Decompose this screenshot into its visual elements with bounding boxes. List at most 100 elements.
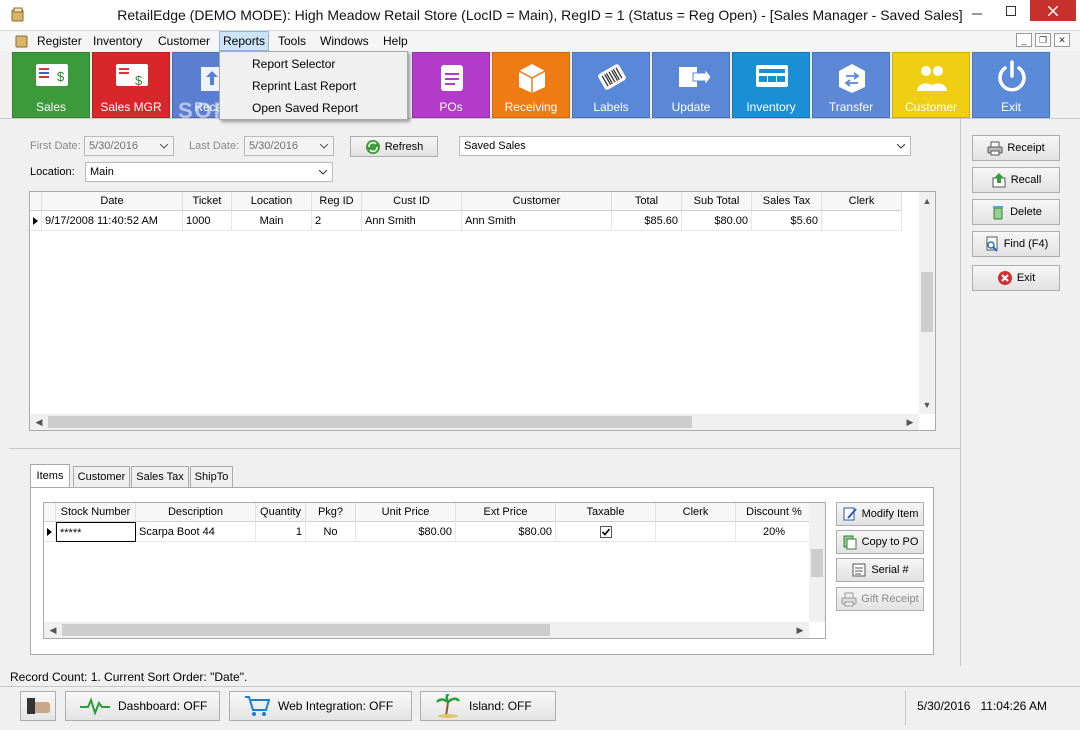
taxable-checkbox[interactable]	[599, 526, 612, 538]
receipt-button[interactable]: Receipt	[972, 135, 1060, 161]
location-select[interactable]: Main	[85, 162, 333, 182]
vscroll-thumb[interactable]	[811, 549, 823, 577]
menu-register[interactable]: Register	[34, 31, 85, 51]
col-reg-id[interactable]: Reg ID	[312, 192, 362, 211]
table-row[interactable]: ***** Scarpa Boot 44 1 No $80.00 $80.00 …	[44, 522, 813, 542]
col-stock-number[interactable]: Stock Number	[56, 503, 136, 522]
cell-total[interactable]: $85.60	[612, 211, 682, 231]
tab-items[interactable]: Items	[30, 464, 70, 487]
cell-ext-price[interactable]: $80.00	[456, 522, 556, 542]
find-button[interactable]: Find (F4)	[972, 231, 1060, 257]
cell-stock-number[interactable]: *****	[56, 522, 136, 542]
gift-receipt-button[interactable]: Gift Receipt	[836, 587, 924, 611]
col-discount[interactable]: Discount %	[736, 503, 813, 522]
hscroll-thumb[interactable]	[48, 416, 692, 428]
scroll-left-icon[interactable]: ◀	[32, 415, 46, 429]
menu-tools[interactable]: Tools	[275, 31, 309, 51]
menu-reports[interactable]: Reports	[219, 31, 270, 51]
cell-clerk[interactable]	[822, 211, 902, 231]
vscroll-thumb[interactable]	[921, 272, 933, 332]
scroll-down-icon[interactable]: ▼	[920, 398, 934, 412]
pos-tile[interactable]: POs	[412, 52, 490, 118]
cell-discount[interactable]: 20%	[736, 522, 813, 542]
col-ticket[interactable]: Ticket	[183, 192, 232, 211]
cell-pkg[interactable]: No	[306, 522, 356, 542]
exit-tile[interactable]: Exit	[972, 52, 1050, 118]
col-customer[interactable]: Customer	[462, 192, 612, 211]
cell-cust-id[interactable]: Ann Smith	[362, 211, 462, 231]
col-quantity[interactable]: Quantity	[256, 503, 306, 522]
close-button[interactable]	[1030, 0, 1076, 21]
serial-button[interactable]: Serial #	[836, 558, 924, 582]
delete-button[interactable]: Delete	[972, 199, 1060, 225]
cell-sales-tax[interactable]: $5.60	[752, 211, 822, 231]
mdi-minimize-button[interactable]: _	[1016, 33, 1032, 47]
items-grid-vscrollbar[interactable]	[809, 503, 825, 622]
update-tile[interactable]: Update	[652, 52, 730, 118]
col-cust-id[interactable]: Cust ID	[362, 192, 462, 211]
scroll-up-icon[interactable]: ▲	[920, 194, 934, 208]
col-total[interactable]: Total	[612, 192, 682, 211]
last-date-field[interactable]: 5/30/2016	[244, 136, 334, 156]
col-sales-tax[interactable]: Sales Tax	[752, 192, 822, 211]
dropdown-reprint-last-report[interactable]: Reprint Last Report	[252, 76, 356, 96]
items-grid-hscrollbar[interactable]: ◀ ▶	[44, 622, 809, 638]
inventory-tile[interactable]: Inventory	[732, 52, 810, 118]
menu-help[interactable]: Help	[380, 31, 411, 51]
mdi-restore-button[interactable]: ❐	[1035, 33, 1051, 47]
tab-shipto[interactable]: ShipTo	[190, 466, 233, 488]
col-clerk[interactable]: Clerk	[822, 192, 902, 211]
receiving-tile[interactable]: Receiving	[492, 52, 570, 118]
dropdown-report-selector[interactable]: Report Selector	[252, 54, 335, 74]
col-taxable[interactable]: Taxable	[556, 503, 656, 522]
sales-mgr-tile[interactable]: $ Sales MGR	[92, 52, 170, 118]
mdi-app-icon[interactable]	[14, 33, 30, 49]
copy-to-po-button[interactable]: Copy to PO	[836, 530, 924, 554]
col-ext-price[interactable]: Ext Price	[456, 503, 556, 522]
scroll-right-icon[interactable]: ▶	[903, 415, 917, 429]
cell-taxable[interactable]	[556, 522, 656, 542]
labels-tile[interactable]: Labels	[572, 52, 650, 118]
menu-windows[interactable]: Windows	[317, 31, 372, 51]
minimize-button[interactable]	[962, 0, 992, 22]
modify-item-button[interactable]: Modify Item	[836, 502, 924, 526]
cell-unit-price[interactable]: $80.00	[356, 522, 456, 542]
transfer-tile[interactable]: Transfer	[812, 52, 890, 118]
cell-customer[interactable]: Ann Smith	[462, 211, 612, 231]
col-date[interactable]: Date	[42, 192, 183, 211]
tab-sales-tax[interactable]: Sales Tax	[131, 466, 189, 488]
horizontal-splitter[interactable]	[9, 448, 960, 449]
col-description[interactable]: Description	[136, 503, 256, 522]
col-location[interactable]: Location	[232, 192, 312, 211]
cell-ticket[interactable]: 1000	[183, 211, 232, 231]
cell-description[interactable]: Scarpa Boot 44	[136, 522, 256, 542]
tab-customer[interactable]: Customer	[73, 466, 130, 488]
mdi-close-button[interactable]: ✕	[1054, 33, 1070, 47]
first-date-field[interactable]: 5/30/2016	[84, 136, 174, 156]
cell-clerk[interactable]	[656, 522, 736, 542]
cell-location[interactable]: Main	[232, 211, 312, 231]
sales-tile[interactable]: $ Sales	[12, 52, 90, 118]
col-clerk[interactable]: Clerk	[656, 503, 736, 522]
table-row[interactable]: 9/17/2008 11:40:52 AM 1000 Main 2 Ann Sm…	[30, 211, 902, 231]
sales-grid-hscrollbar[interactable]: ◀ ▶	[30, 414, 919, 430]
cell-date[interactable]: 9/17/2008 11:40:52 AM	[42, 211, 183, 231]
menu-customer[interactable]: Customer	[155, 31, 213, 51]
cell-reg-id[interactable]: 2	[312, 211, 362, 231]
scroll-right-icon[interactable]: ▶	[793, 623, 807, 637]
menu-inventory[interactable]: Inventory	[90, 31, 145, 51]
customer-tile[interactable]: Customer	[892, 52, 970, 118]
dropdown-open-saved-report[interactable]: Open Saved Report	[252, 98, 358, 118]
cell-sub-total[interactable]: $80.00	[682, 211, 752, 231]
exit-button[interactable]: Exit	[972, 265, 1060, 291]
web-integration-button[interactable]: Web Integration: OFF	[229, 691, 412, 721]
refresh-button[interactable]: Refresh	[350, 136, 438, 157]
view-select[interactable]: Saved Sales	[459, 136, 911, 156]
scroll-left-icon[interactable]: ◀	[46, 623, 60, 637]
user-login-button[interactable]	[20, 691, 56, 721]
hscroll-thumb[interactable]	[62, 624, 550, 636]
col-unit-price[interactable]: Unit Price	[356, 503, 456, 522]
col-pkg[interactable]: Pkg?	[306, 503, 356, 522]
sales-grid-vscrollbar[interactable]: ▲ ▼	[919, 192, 935, 414]
island-button[interactable]: Island: OFF	[420, 691, 556, 721]
